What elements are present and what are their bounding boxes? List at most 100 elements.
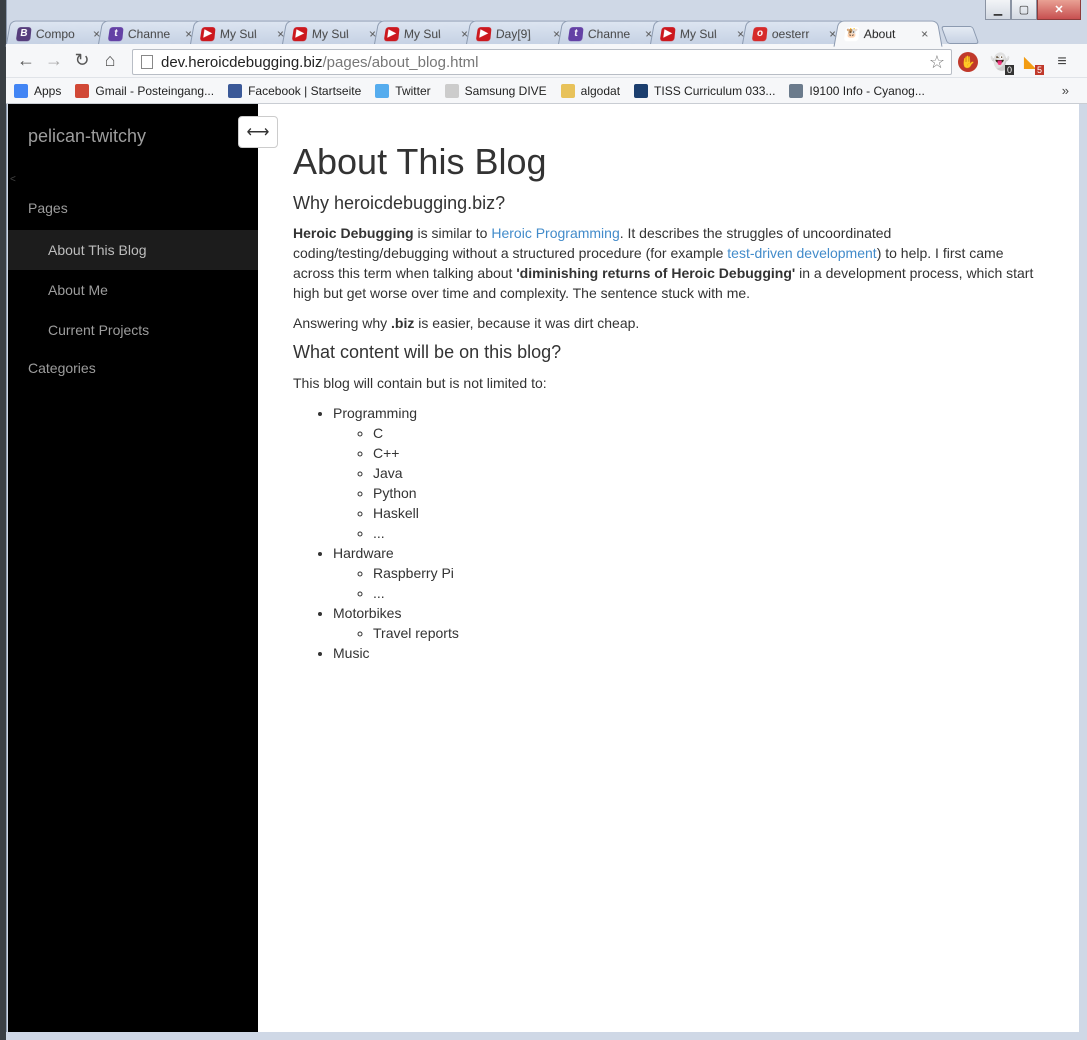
link-tdd[interactable]: test-driven development xyxy=(727,245,876,261)
main-content: About This Blog Why heroicdebugging.biz?… xyxy=(293,142,1043,663)
list-item: MotorbikesTravel reports xyxy=(333,603,1043,643)
bookmark-label: I9100 Info - Cyanog... xyxy=(809,83,925,98)
tab-label: My Sul xyxy=(679,26,718,41)
back-button[interactable]: ← xyxy=(12,47,40,75)
sub-list-item: Python xyxy=(373,483,1043,503)
youtube-icon: ▶ xyxy=(475,26,492,41)
sidebar-item-current-projects[interactable]: Current Projects xyxy=(8,310,258,350)
tab-label: My Sul xyxy=(219,26,258,41)
reload-button[interactable]: ↻ xyxy=(68,47,96,75)
page-icon xyxy=(444,83,459,98)
bookmark-item[interactable]: Samsung DIVE xyxy=(444,83,547,98)
rss-icon[interactable]: ◣ 5 xyxy=(1020,52,1044,75)
sidebar-item-about-this-blog[interactable]: About This Blog xyxy=(8,230,258,270)
sidebar-item-about-me[interactable]: About Me xyxy=(8,270,258,310)
tab-strip: B Compo × t Channe × ▶ My Sul × ▶ My Sul × ▶ My Sul × ▶… xyxy=(5,18,1008,47)
list-item-label: Programming xyxy=(333,405,418,422)
sidebar-toggle-button[interactable]: ⟷ xyxy=(238,116,278,148)
twitter-icon xyxy=(375,83,390,98)
bookmark-label: Samsung DIVE xyxy=(464,83,547,98)
bookmark-item[interactable]: Gmail - Posteingang... xyxy=(75,83,215,98)
bookmark-item[interactable]: Twitter xyxy=(375,83,431,98)
text-run: is easier, because it was dirt cheap. xyxy=(414,315,640,332)
tiss-icon xyxy=(634,83,649,98)
text-run: is similar to xyxy=(413,225,492,242)
tab-label: oesterr xyxy=(771,26,810,41)
youtube-icon: ▶ xyxy=(659,26,676,41)
link-heroic-programming[interactable]: Heroic Programming xyxy=(491,225,619,241)
sub-list-item: ... xyxy=(373,583,1043,603)
bookmark-label: algodat xyxy=(580,83,621,98)
sub-list-item: Travel reports xyxy=(373,623,1043,643)
oe-icon: o xyxy=(751,26,768,41)
youtube-icon: ▶ xyxy=(291,26,308,41)
tab-close-icon[interactable]: × xyxy=(920,27,932,41)
folder-icon xyxy=(560,83,575,98)
web-page: pelican-twitchy < Pages About This Blog … xyxy=(8,104,1079,1032)
list-intro: This blog will contain but is not limite… xyxy=(293,375,547,392)
tab-label: My Sul xyxy=(403,26,442,41)
bookmarks-bar: Apps Gmail - Posteingang... Facebook | Sta… xyxy=(6,78,1087,104)
youtube-icon: ▶ xyxy=(383,26,400,41)
adblock-icon[interactable]: ✋ xyxy=(958,52,978,72)
bookmark-label: TISS Curriculum 033... xyxy=(654,83,776,98)
bookmark-label: Apps xyxy=(34,83,62,98)
browser-toolbar: ← → ↻ ⌂ dev.heroicdebugging.biz/pages/ab… xyxy=(6,44,1087,78)
bookmark-label: Gmail - Posteingang... xyxy=(95,83,215,98)
tab-9[interactable]: 🐮 About × xyxy=(833,20,943,47)
apps-grid-icon xyxy=(14,83,28,98)
biz-paragraph: Answering why .biz is easier, because it… xyxy=(293,313,1043,333)
bookmark-item[interactable]: Apps xyxy=(14,83,62,98)
facebook-icon xyxy=(228,83,243,98)
address-bar[interactable]: dev.heroicdebugging.biz/pages/about_blog… xyxy=(132,49,952,75)
bold-biz: .biz xyxy=(391,315,415,332)
ghostery-icon[interactable]: 👻 0 xyxy=(990,52,1014,75)
rss-badge: 5 xyxy=(1034,65,1044,75)
bootstrap-icon: B xyxy=(15,26,32,41)
bookmark-item[interactable]: algodat xyxy=(560,83,621,98)
collapse-caret-icon: < xyxy=(10,174,16,185)
cow-icon: 🐮 xyxy=(843,26,860,41)
sidebar-pages-heading[interactable]: Pages xyxy=(28,200,68,216)
window-bottom-border xyxy=(6,1032,1087,1040)
sidebar: pelican-twitchy < Pages About This Blog … xyxy=(8,104,258,1032)
android-icon xyxy=(789,83,804,98)
page-title: About This Blog xyxy=(293,141,547,182)
maximize-button[interactable]: ▢ xyxy=(1011,0,1037,20)
twitch-icon: t xyxy=(567,26,584,41)
bookmark-star-icon[interactable]: ☆ xyxy=(929,52,945,73)
list-item: HardwareRaspberry Pi... xyxy=(333,543,1043,603)
list-item-label: Music xyxy=(333,645,370,662)
bookmark-item[interactable]: I9100 Info - Cyanog... xyxy=(789,83,925,98)
forward-button[interactable]: → xyxy=(40,47,68,75)
gmail-icon xyxy=(75,83,90,98)
bookmark-item[interactable]: Facebook | Startseite xyxy=(228,83,361,98)
menu-icon[interactable]: ≡ xyxy=(1052,52,1072,72)
minimize-button[interactable]: ▁ xyxy=(985,0,1011,20)
sub-list-item: Java xyxy=(373,463,1043,483)
tab-label: About xyxy=(863,26,896,41)
section-heading-content: What content will be on this blog? xyxy=(293,342,562,363)
url-path: /pages/about_blog.html xyxy=(322,53,479,71)
list-item: ProgrammingCC++JavaPythonHaskell... xyxy=(333,403,1043,543)
site-brand[interactable]: pelican-twitchy xyxy=(28,126,146,147)
sidebar-categories-heading[interactable]: Categories xyxy=(28,360,96,376)
resize-arrows-icon: ⟷ xyxy=(246,124,270,141)
sub-list-item: C++ xyxy=(373,443,1043,463)
list-item: Music xyxy=(333,643,1043,663)
list-item-label: Motorbikes xyxy=(333,605,402,622)
sub-list: Raspberry Pi... xyxy=(333,563,1043,603)
close-window-button[interactable]: ✕ xyxy=(1037,0,1081,20)
bookmarks-overflow-icon[interactable]: » xyxy=(1062,83,1069,98)
tab-label: Channe xyxy=(587,26,631,41)
bold-term: Heroic Debugging xyxy=(293,225,414,242)
tab-label: Compo xyxy=(35,26,76,41)
window-controls: ▁ ▢ ✕ xyxy=(985,0,1081,20)
tab-label: My Sul xyxy=(311,26,350,41)
sub-list: CC++JavaPythonHaskell... xyxy=(333,423,1043,543)
bookmark-item[interactable]: TISS Curriculum 033... xyxy=(634,83,776,98)
youtube-icon: ▶ xyxy=(199,26,216,41)
home-button[interactable]: ⌂ xyxy=(96,47,124,75)
tab-label: Day[9] xyxy=(495,26,531,41)
new-tab-button[interactable] xyxy=(940,26,980,44)
